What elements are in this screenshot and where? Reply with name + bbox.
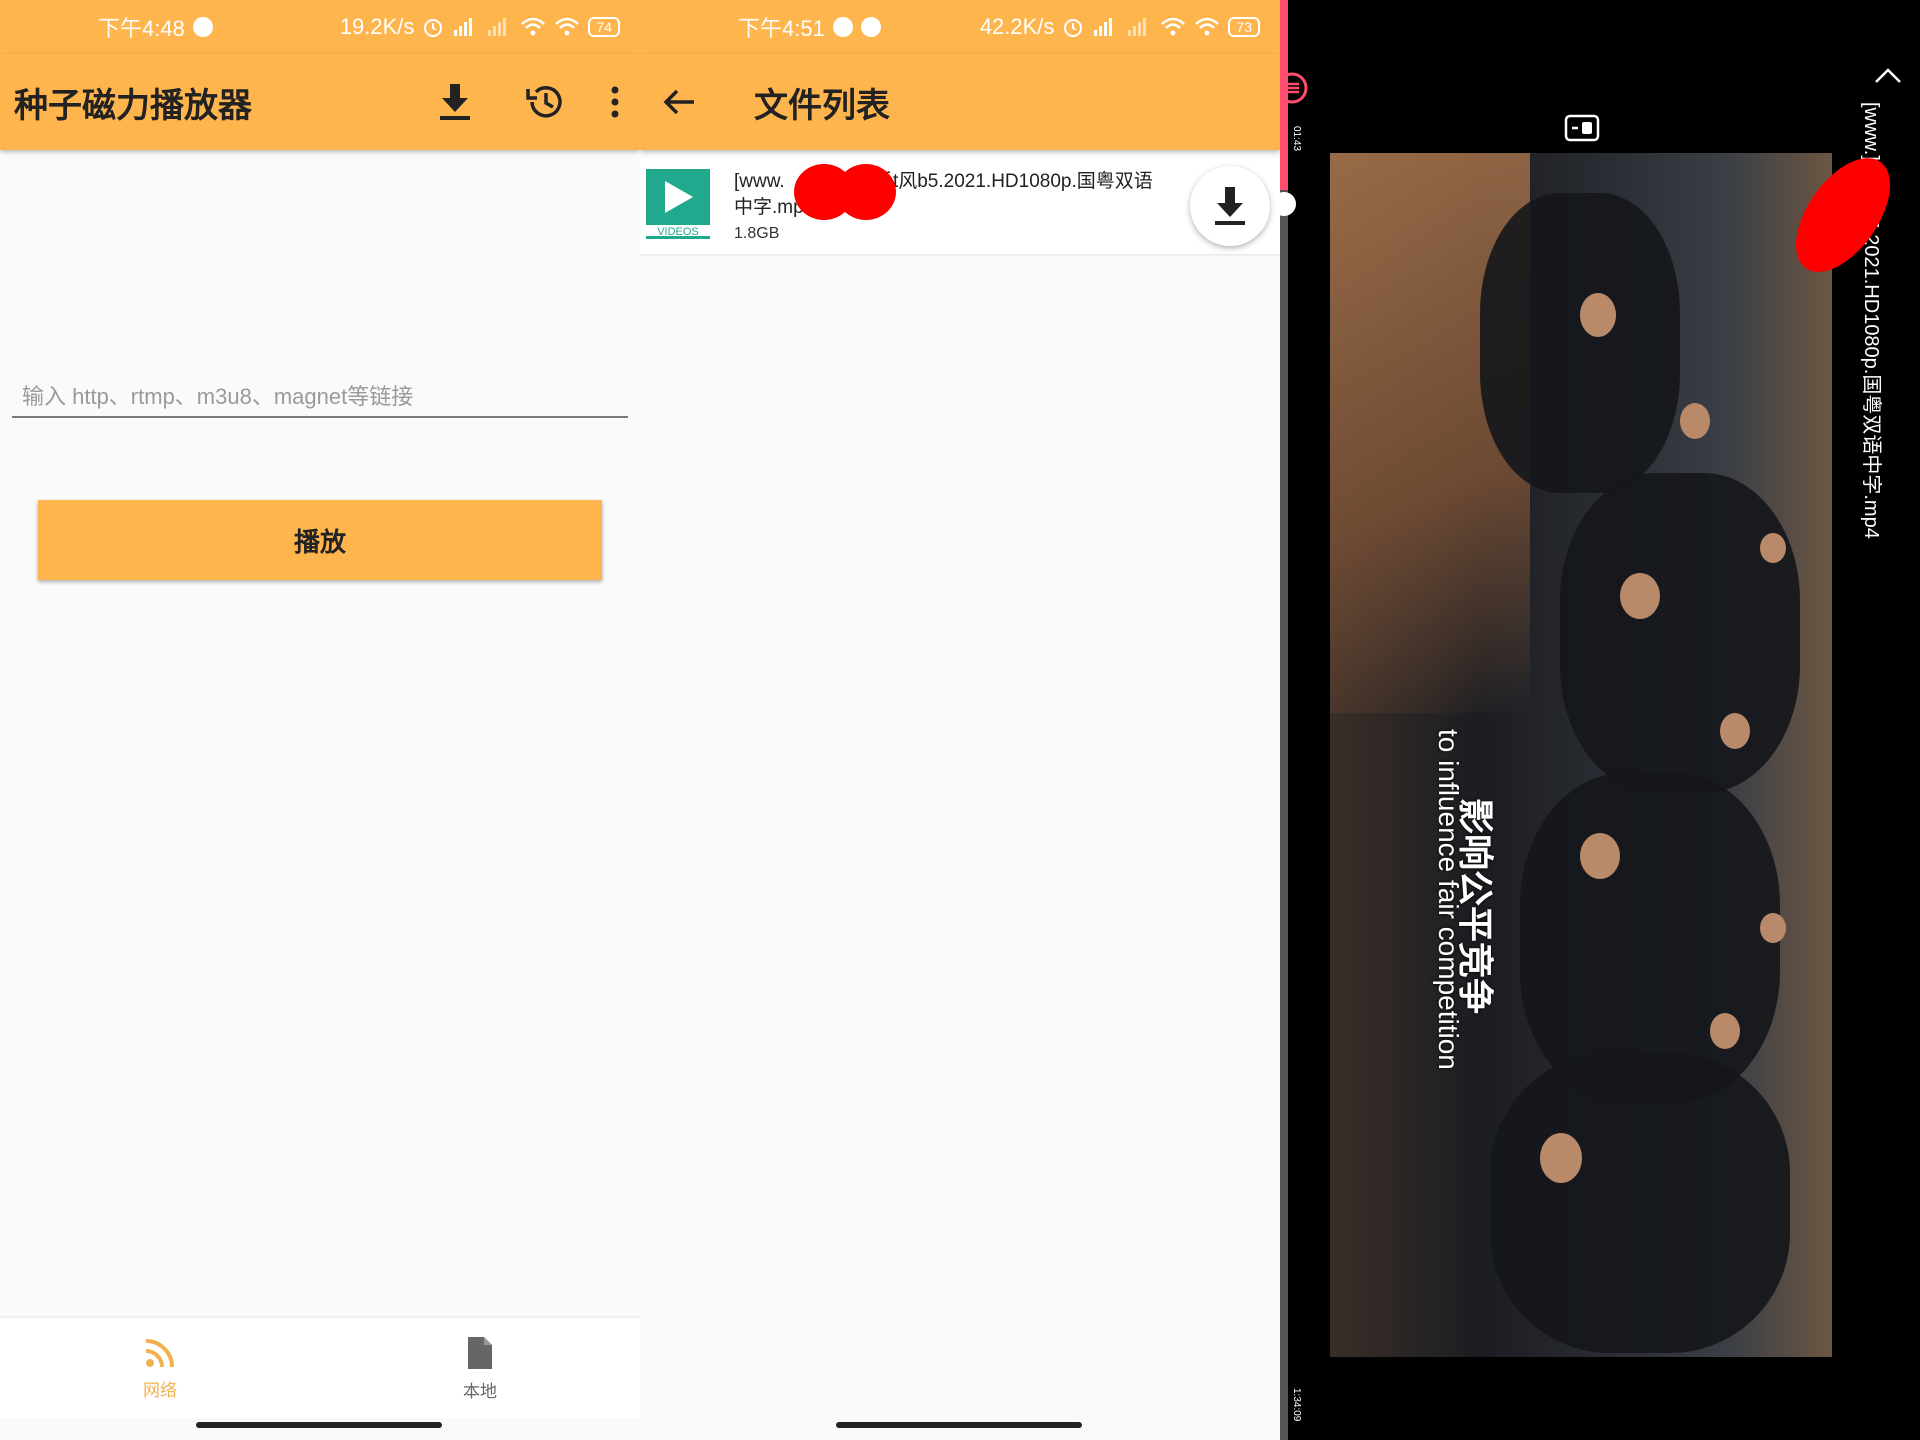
wifi-icon — [555, 17, 580, 36]
download-file-button[interactable] — [1190, 166, 1270, 246]
status-time: 下午4:48 — [98, 16, 185, 41]
status-bar: 下午4:51 42.2K/s 73 — [640, 0, 1280, 54]
file-size: 1.8GB — [734, 225, 780, 242]
signal-icon — [454, 18, 473, 36]
redaction-mark — [836, 164, 896, 220]
qq-icon — [860, 17, 881, 37]
seek-thumb[interactable] — [1280, 192, 1296, 216]
chrome-icon — [832, 17, 853, 37]
file-list-item[interactable]: VIDEOS [www.]反t风b5.2021.HD1080p.国粤双语 中字.… — [640, 158, 1280, 254]
download-icon — [440, 84, 470, 120]
download-icon — [1215, 187, 1245, 225]
more-vert-icon — [611, 86, 619, 118]
signal-weak-icon — [1128, 18, 1147, 36]
more-menu-button[interactable] — [590, 54, 640, 150]
network-speed: 42.2K/s — [979, 14, 1055, 39]
subtitle-english: to influence fair competition — [1433, 729, 1464, 1070]
alarm-icon — [424, 19, 443, 37]
battery-indicator: 73 — [1228, 17, 1260, 37]
history-icon — [526, 86, 562, 118]
file-list-screen: 下午4:51 42.2K/s 73 文件列表 VIDEOS [www.]反t风b… — [640, 0, 1280, 1440]
app-title: 种子磁力播放器 — [14, 86, 252, 125]
signal-weak-icon — [488, 18, 507, 36]
file-icon — [468, 1336, 492, 1369]
url-input[interactable] — [12, 378, 628, 418]
time-total: 1:34:09 — [1291, 1388, 1302, 1422]
video-frame[interactable]: 影响公平竞争 to influence fair competition — [1330, 153, 1832, 1357]
rotate-screen-icon[interactable] — [1562, 110, 1602, 146]
back-button[interactable] — [644, 54, 714, 150]
app-bar: 种子磁力播放器 — [0, 54, 640, 150]
gesture-bar — [196, 1422, 442, 1428]
page-title: 文件列表 — [754, 86, 890, 125]
chevron-up-icon[interactable] — [1872, 64, 1904, 88]
nav-network[interactable]: 网络 — [0, 1318, 320, 1418]
bottom-navigation: 网络 本地 — [0, 1318, 640, 1418]
nav-network-label: 网络 — [143, 1380, 177, 1400]
wifi-icon — [1195, 17, 1220, 36]
app-bar: 文件列表 — [640, 54, 1280, 150]
video-file-thumbnail: VIDEOS — [646, 169, 710, 243]
rss-icon — [145, 1338, 174, 1367]
download-button[interactable] — [410, 54, 500, 150]
status-bar: 下午4:48 19.2K/s 74 — [0, 0, 640, 54]
signal-icon — [1094, 18, 1113, 36]
alarm-icon — [1064, 19, 1083, 37]
video-player-screen: 01:43 1:34:09 影响公平竞争 to influence fair c… — [1280, 0, 1920, 1440]
seek-bar[interactable] — [1280, 0, 1288, 1440]
wifi-plus-icon — [521, 17, 546, 36]
status-time: 下午4:51 — [738, 16, 825, 41]
nav-local[interactable]: 本地 — [320, 1318, 640, 1418]
play-button[interactable]: 播放 — [38, 500, 602, 580]
gesture-bar — [836, 1422, 1082, 1428]
wifi-plus-icon — [1161, 17, 1186, 36]
network-speed: 19.2K/s — [339, 14, 415, 39]
battery-indicator: 74 — [588, 17, 620, 37]
history-button[interactable] — [500, 54, 590, 150]
menu-circle-icon[interactable] — [1280, 70, 1310, 106]
nav-local-label: 本地 — [463, 1381, 497, 1401]
qq-icon — [192, 17, 213, 37]
play-icon — [665, 181, 693, 213]
arrow-back-icon — [663, 89, 694, 115]
time-elapsed: 01:43 — [1291, 126, 1302, 152]
main-screen: 下午4:48 19.2K/s 74 种子磁力播放器 播放 — [0, 0, 640, 1440]
thumbnail-label: VIDEOS — [646, 225, 710, 239]
